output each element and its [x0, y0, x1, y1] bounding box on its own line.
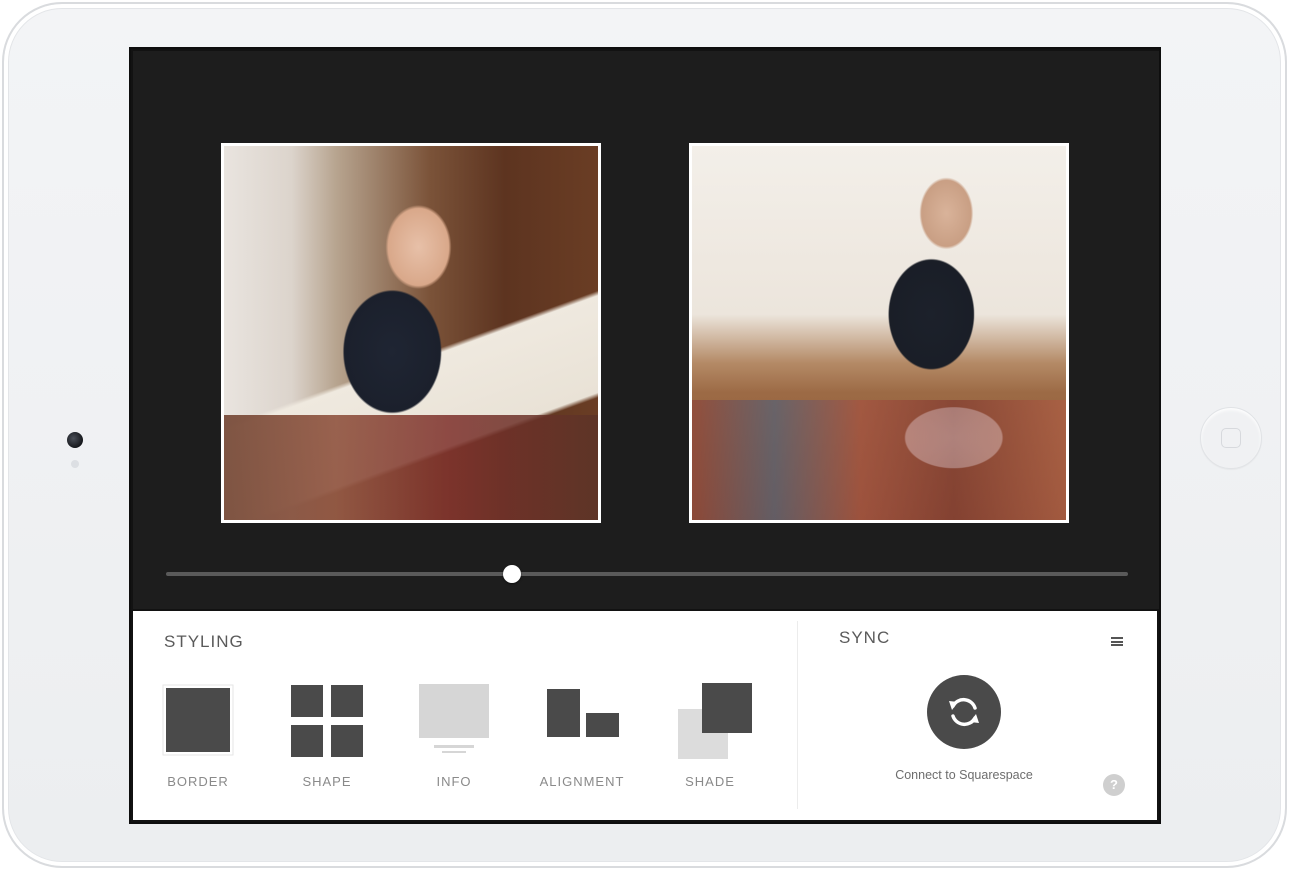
- tool-border[interactable]: BORDER: [148, 683, 248, 801]
- photo-woman-with-papers: [224, 146, 598, 520]
- sensor-dot: [71, 460, 79, 468]
- sync-button[interactable]: [927, 675, 1001, 749]
- sync-arrows-icon: [949, 697, 979, 727]
- home-square-icon: [1221, 428, 1241, 448]
- slider-thumb[interactable]: [503, 565, 522, 583]
- tool-info-label: INFO: [436, 774, 472, 789]
- tool-shade-label: SHADE: [685, 774, 735, 789]
- photo-frame-right[interactable]: [689, 143, 1069, 523]
- connect-squarespace-label[interactable]: Connect to Squarespace: [853, 768, 1075, 782]
- border-size-slider[interactable]: [166, 565, 1128, 583]
- home-button[interactable]: [1200, 407, 1262, 469]
- bottom-panel: STYLING BORDER SHAPE INFO ALIGNMENT SHAD…: [133, 611, 1157, 820]
- border-icon: [162, 684, 234, 756]
- panel-divider: [797, 621, 798, 809]
- tool-info[interactable]: INFO: [404, 683, 504, 801]
- help-icon[interactable]: ?: [1103, 774, 1125, 796]
- tool-shape[interactable]: SHAPE: [277, 683, 377, 801]
- tool-shade[interactable]: SHADE: [660, 683, 760, 801]
- tool-border-label: BORDER: [167, 774, 229, 789]
- photo-woman-with-drawings: [692, 146, 1066, 520]
- tool-alignment-label: ALIGNMENT: [539, 774, 625, 789]
- info-caption-icon: [419, 684, 489, 753]
- alignment-icon: [547, 689, 619, 737]
- styling-title: STYLING: [164, 632, 244, 651]
- slider-track[interactable]: [166, 572, 1128, 576]
- shade-icon: [678, 683, 752, 759]
- shape-grid-icon: [291, 685, 363, 757]
- tool-shape-label: SHAPE: [302, 774, 352, 789]
- tool-alignment[interactable]: ALIGNMENT: [532, 683, 632, 801]
- app-screen: STYLING BORDER SHAPE INFO ALIGNMENT SHAD…: [129, 47, 1161, 824]
- photo-canvas: [133, 51, 1159, 609]
- photo-frame-left[interactable]: [221, 143, 601, 523]
- menu-icon[interactable]: [1111, 637, 1123, 646]
- camera-icon: [67, 432, 83, 448]
- sync-title: SYNC: [839, 628, 891, 647]
